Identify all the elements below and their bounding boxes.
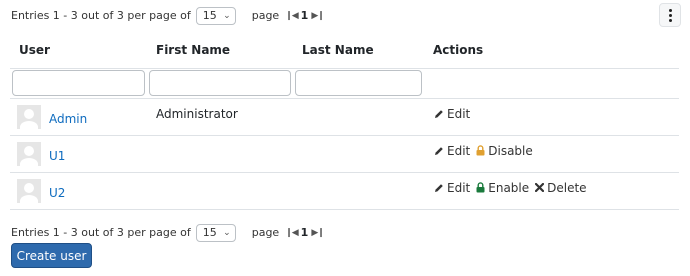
- per-page-select[interactable]: 15 ⌄: [195, 6, 236, 25]
- first-name-cell: Administrator: [156, 106, 238, 121]
- disable-label: Disable: [488, 143, 533, 158]
- current-page[interactable]: 1: [301, 226, 309, 239]
- avatar: [17, 178, 41, 203]
- pager-summary: Entries 1 - 3 out of 3 per page of: [11, 9, 191, 22]
- pencil-icon: [435, 183, 443, 192]
- user-cell: U2: [10, 178, 147, 203]
- first-page-icon[interactable]: ❙◀: [285, 11, 299, 21]
- chevron-down-icon: ⌄: [223, 227, 231, 238]
- pencil-icon: [435, 146, 443, 155]
- user-link[interactable]: Admin: [49, 112, 87, 126]
- page-label: page: [251, 226, 280, 239]
- enable-label: Enable: [488, 180, 530, 195]
- pager-summary: Entries 1 - 3 out of 3 per page of: [11, 226, 191, 239]
- filter-user-input[interactable]: [12, 70, 145, 96]
- column-header-last-name[interactable]: Last Name: [293, 32, 424, 69]
- more-actions-button[interactable]: [659, 3, 681, 27]
- table-header-row: User First Name Last Name Actions: [10, 32, 679, 69]
- users-table: User First Name Last Name Actions Admin …: [10, 32, 679, 210]
- avatar: [17, 104, 41, 129]
- pager-bottom: Entries 1 - 3 out of 3 per page of 15 ⌄ …: [11, 223, 325, 242]
- last-name-cell: [293, 98, 424, 136]
- lock-icon: [476, 182, 485, 193]
- edit-action[interactable]: Edit: [434, 144, 470, 158]
- page-nav: ❙◀ 1 ▶❙: [285, 9, 325, 22]
- chevron-down-icon: ⌄: [223, 10, 231, 21]
- edit-action[interactable]: Edit: [434, 107, 470, 121]
- table-row: U2 Edit Enable Delete: [10, 172, 679, 210]
- avatar: [17, 141, 41, 166]
- edit-label: Edit: [447, 106, 471, 121]
- actions-cell: Edit Enable Delete: [424, 179, 679, 195]
- user-link[interactable]: U2: [49, 186, 65, 200]
- enable-action[interactable]: Enable: [476, 181, 529, 195]
- table-row: Admin Administrator Edit: [10, 98, 679, 136]
- last-page-icon[interactable]: ▶❙: [311, 228, 325, 238]
- table-row: U1 Edit Disable: [10, 135, 679, 173]
- edit-label: Edit: [447, 143, 471, 158]
- column-header-first-name[interactable]: First Name: [147, 32, 293, 69]
- first-name-cell: [147, 142, 293, 144]
- disable-action[interactable]: Disable: [476, 144, 533, 158]
- kebab-icon: [668, 8, 672, 22]
- filter-last-name-input[interactable]: [295, 70, 422, 96]
- user-link[interactable]: U1: [49, 149, 65, 163]
- actions-cell: Edit: [424, 105, 679, 121]
- column-header-user[interactable]: User: [10, 32, 147, 69]
- current-page[interactable]: 1: [301, 9, 309, 22]
- user-cell: U1: [10, 141, 147, 166]
- filter-row: [10, 68, 679, 99]
- per-page-select[interactable]: 15 ⌄: [195, 223, 236, 242]
- create-user-button[interactable]: Create user: [11, 243, 92, 268]
- pencil-icon: [435, 109, 443, 118]
- per-page-value: 15: [202, 226, 217, 239]
- last-name-cell: [293, 135, 424, 173]
- filter-first-name-input[interactable]: [149, 70, 291, 96]
- last-name-cell: [293, 172, 424, 210]
- pager-top: Entries 1 - 3 out of 3 per page of 15 ⌄ …: [11, 6, 325, 25]
- first-page-icon[interactable]: ❙◀: [285, 228, 299, 238]
- column-header-actions: Actions: [424, 32, 679, 69]
- last-page-icon[interactable]: ▶❙: [311, 11, 325, 21]
- user-cell: Admin: [10, 104, 147, 129]
- actions-cell: Edit Disable: [424, 142, 679, 158]
- per-page-value: 15: [202, 9, 217, 22]
- first-name-cell: [147, 179, 293, 181]
- page-label: page: [251, 9, 280, 22]
- x-icon: [535, 183, 545, 192]
- edit-action[interactable]: Edit: [434, 181, 470, 195]
- delete-label: Delete: [547, 180, 587, 195]
- lock-open-icon: [476, 145, 485, 156]
- edit-label: Edit: [447, 180, 471, 195]
- page-nav: ❙◀ 1 ▶❙: [285, 226, 325, 239]
- delete-action[interactable]: Delete: [535, 180, 587, 195]
